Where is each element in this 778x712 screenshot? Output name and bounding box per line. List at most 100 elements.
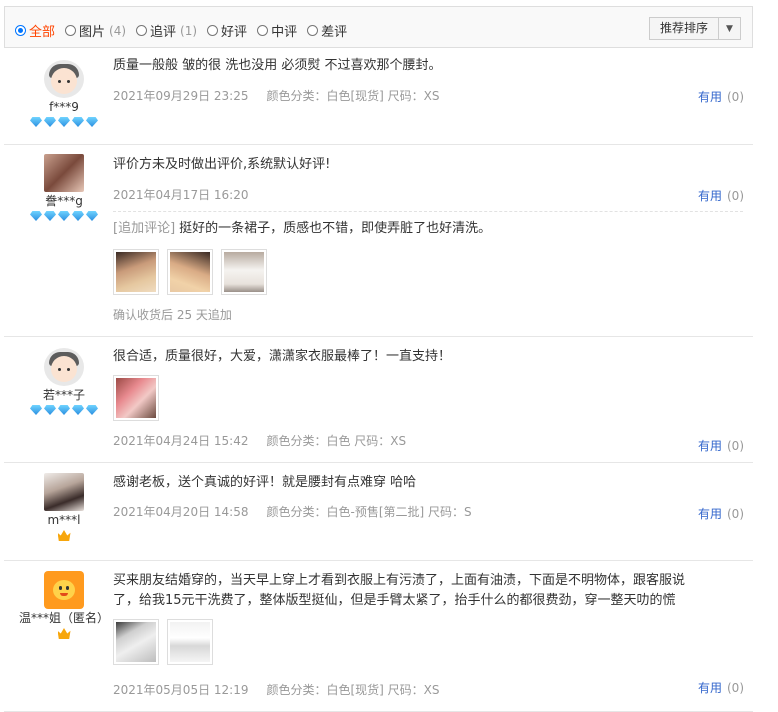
review-photo-thumb[interactable] xyxy=(167,619,213,665)
review-photo-thumb[interactable] xyxy=(113,619,159,665)
review-content: 评价方未及时做出评价,系统默认好评! 2021年04月17日 16:20 [追加… xyxy=(113,155,743,323)
filter-radio-group: 全部 图片 (4) 追评 (1) 好评 中评 差评 xyxy=(15,21,357,40)
review-date: 2021年04月20日 14:58 xyxy=(113,505,249,519)
diamond-icon xyxy=(44,211,56,221)
buyer-level-badge xyxy=(16,628,112,640)
review-item: f***9 质量一般般 皱的很 洗也没用 必须熨 不过喜欢那个腰封。 2021年… xyxy=(4,48,753,145)
diamond-icon xyxy=(86,405,98,415)
diamond-icon xyxy=(30,117,42,127)
diamond-icon xyxy=(44,405,56,415)
diamond-icon xyxy=(58,405,70,415)
review-date: 2021年04月17日 16:20 xyxy=(113,188,249,202)
review-photos xyxy=(113,249,743,295)
followup-text: 挺好的一条裙子，质感也不错，即使弄脏了也好清洗。 xyxy=(179,221,492,236)
crown-icon xyxy=(57,530,71,541)
useful-count: (0) xyxy=(727,90,744,104)
review-content: 很合适，质量很好，大爱，潇潇家衣服最棒了！一直支持！ 2021年04月24日 1… xyxy=(113,347,743,449)
radio-button[interactable] xyxy=(136,25,148,36)
useful-count: (0) xyxy=(727,439,744,453)
review-meta: 2021年04月17日 16:20 xyxy=(113,187,743,203)
review-meta: 2021年09月29日 23:25 颜色分类：白色[现货] 尺码：XS xyxy=(113,88,743,104)
review-item: m***l 感谢老板，送个真诚的好评！就是腰封有点难穿 哈哈 2021年04月2… xyxy=(4,463,753,561)
filter-positive[interactable]: 好评 xyxy=(207,21,247,40)
review-photos xyxy=(113,619,743,665)
buyer-level-badge xyxy=(16,211,112,223)
review-text: 质量一般般 皱的很 洗也没用 必须熨 不过喜欢那个腰封。 xyxy=(113,58,442,73)
review-date: 2021年05月05日 12:19 xyxy=(113,683,249,697)
reviewer-nickname: 誊***g xyxy=(45,194,83,208)
useful-button[interactable]: 有用 (0) xyxy=(698,88,744,105)
diamond-icon xyxy=(30,405,42,415)
review-photo-thumb[interactable] xyxy=(113,375,159,421)
review-spec: 颜色分类：白色[现货] 尺码：XS xyxy=(266,89,440,103)
review-meta: 2021年04月20日 14:58 颜色分类：白色-预售[第二批] 尺码：S xyxy=(113,504,743,520)
filter-neutral[interactable]: 中评 xyxy=(257,21,297,40)
diamond-icon xyxy=(72,117,84,127)
reviewer-nickname: f***9 xyxy=(49,100,79,114)
useful-label: 有用 xyxy=(697,681,722,695)
review-item: 誊***g 评价方未及时做出评价,系统默认好评! 2021年04月17日 16:… xyxy=(4,145,753,337)
followup-tag: [追加评论] xyxy=(113,221,176,236)
avatar xyxy=(44,348,84,386)
radio-button[interactable] xyxy=(207,25,219,36)
review-item: 温***姐（匿名） 买来朋友结婚穿的，当天早上穿上才看到衣服上有污渍了，上面有油… xyxy=(4,561,753,712)
filter-negative[interactable]: 差评 xyxy=(307,21,347,40)
diamond-icon xyxy=(72,405,84,415)
review-content: 买来朋友结婚穿的，当天早上穿上才看到衣服上有污渍了，上面有油渍，下面是不明物体，… xyxy=(113,571,743,698)
review-photo-thumb[interactable] xyxy=(113,249,159,295)
diamond-icon xyxy=(44,117,56,127)
diamond-icon xyxy=(30,211,42,221)
useful-button[interactable]: 有用 (0) xyxy=(698,187,744,204)
review-filter-bar: 全部 图片 (4) 追评 (1) 好评 中评 差评 推荐排序 ▼ xyxy=(4,6,753,48)
radio-button[interactable] xyxy=(307,25,319,36)
reviewer: 誊***g xyxy=(16,154,112,223)
radio-button[interactable] xyxy=(65,25,77,36)
useful-count: (0) xyxy=(727,507,744,521)
review-photo-thumb[interactable] xyxy=(167,249,213,295)
filter-label: 追评 xyxy=(150,25,177,40)
reviewer: f***9 xyxy=(16,60,112,129)
useful-button[interactable]: 有用 (0) xyxy=(698,437,744,454)
buyer-level-badge xyxy=(16,530,112,542)
radio-button[interactable] xyxy=(15,25,26,36)
review-date: 2021年09月29日 23:25 xyxy=(113,89,249,103)
useful-label: 有用 xyxy=(697,507,722,521)
useful-label: 有用 xyxy=(697,90,722,104)
review-list-panel: 全部 图片 (4) 追评 (1) 好评 中评 差评 推荐排序 ▼ f***9 质… xyxy=(4,6,753,712)
filter-label: 图片 xyxy=(79,25,106,40)
filter-count: (1) xyxy=(180,23,198,38)
buyer-level-badge xyxy=(16,405,112,417)
reviewer: 若***子 xyxy=(16,348,112,417)
review-photo-thumb[interactable] xyxy=(221,249,267,295)
filter-label: 差评 xyxy=(321,25,348,40)
crown-icon xyxy=(57,628,71,639)
reviewer-nickname: 温***姐（匿名） xyxy=(18,611,109,625)
reviewer-nickname: m***l xyxy=(47,513,81,527)
filter-followup[interactable]: 追评 (1) xyxy=(136,21,197,40)
filter-photos[interactable]: 图片 (4) xyxy=(65,21,126,40)
filter-all[interactable]: 全部 xyxy=(15,21,55,40)
review-text: 很合适，质量很好，大爱，潇潇家衣服最棒了！一直支持！ xyxy=(113,349,452,364)
sort-label: 推荐排序 xyxy=(650,18,719,39)
radio-button[interactable] xyxy=(257,25,269,36)
review-item: 若***子 很合适，质量很好，大爱，潇潇家衣服最棒了！一直支持！ 2021年04… xyxy=(4,337,753,463)
review-content: 感谢老板，送个真诚的好评！就是腰封有点难穿 哈哈 2021年04月20日 14:… xyxy=(113,473,743,520)
review-text-line: 买来朋友结婚穿的，当天早上穿上才看到衣服上有污渍了，上面有油渍，下面是不明物体，… xyxy=(113,573,686,588)
useful-button[interactable]: 有用 (0) xyxy=(698,679,744,696)
filter-label: 好评 xyxy=(221,25,248,40)
followup-review: [追加评论] 挺好的一条裙子，质感也不错，即使弄脏了也好清洗。 xyxy=(113,219,743,239)
review-meta: 2021年05月05日 12:19 颜色分类：白色[现货] 尺码：XS xyxy=(113,682,743,698)
useful-button[interactable]: 有用 (0) xyxy=(698,505,744,522)
review-text-line: 了，给我15元干洗费了，整体版型挺仙，但是手臂太紧了，抬手什么的都很费劲，穿一整… xyxy=(113,593,676,608)
sort-dropdown[interactable]: 推荐排序 ▼ xyxy=(648,17,741,40)
avatar xyxy=(44,571,84,609)
followup-note: 确认收货后 25 天追加 xyxy=(113,308,232,322)
diamond-icon xyxy=(58,117,70,127)
review-spec: 颜色分类：白色[现货] 尺码：XS xyxy=(266,683,440,697)
review-text: 评价方未及时做出评价,系统默认好评! xyxy=(113,157,331,172)
review-text: 感谢老板，送个真诚的好评！就是腰封有点难穿 哈哈 xyxy=(113,475,417,490)
filter-count: (4) xyxy=(109,23,127,38)
reviewer: m***l xyxy=(16,473,112,542)
filter-label: 全部 xyxy=(29,25,56,40)
avatar xyxy=(44,154,84,192)
